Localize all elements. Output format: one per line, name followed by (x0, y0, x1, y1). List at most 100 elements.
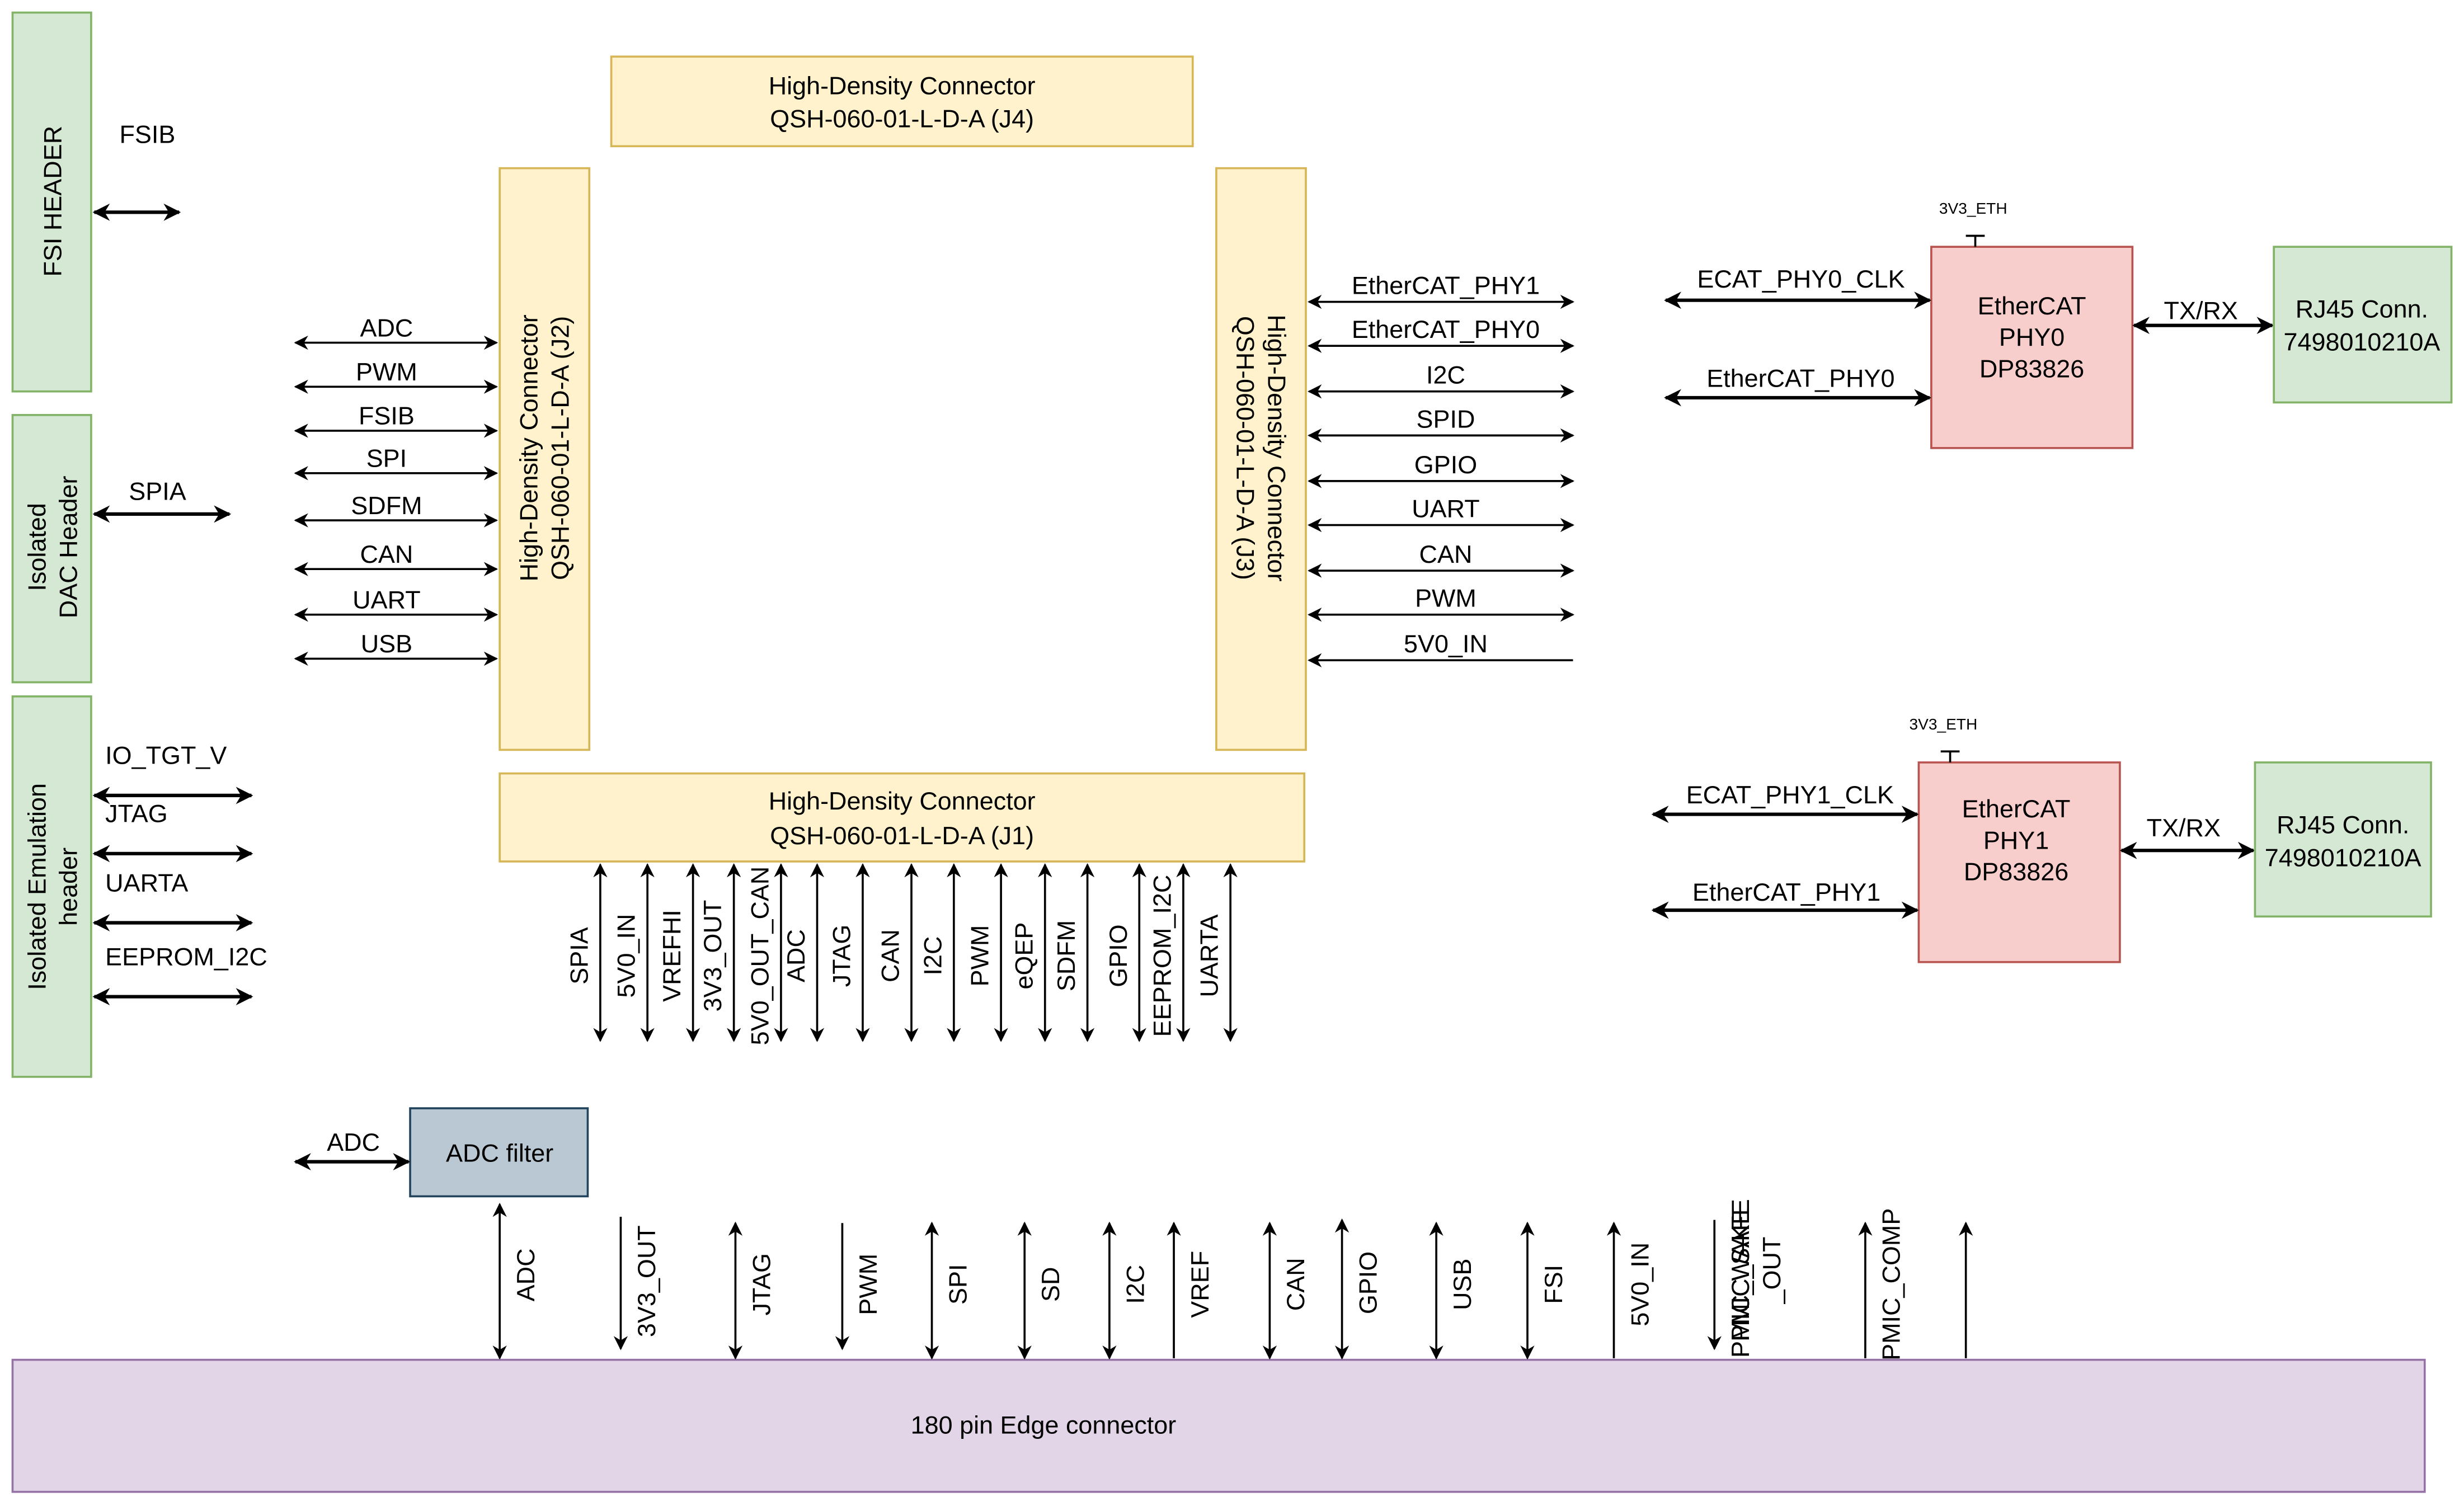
edge-signal-label: CAN (1281, 1258, 1310, 1311)
connector-j2: High-Density Connector QSH-060-01-L-D-A … (499, 167, 591, 751)
emulation-header-block: Isolated Emulation header (11, 695, 92, 1078)
j1-signal-label: eQEP (1009, 923, 1038, 990)
phy1-data-label: EtherCAT_PHY1 (1692, 878, 1880, 906)
dac-header-label-1: Isolated (22, 503, 51, 591)
j1-signal-label: 5V0_OUT_CAN (745, 867, 774, 1046)
phy1-label-2: PHY1 (1983, 826, 2049, 854)
rj45-0-label-2: 7498010210A (2284, 328, 2441, 356)
ethercat-phy0-block: EtherCAT PHY0 DP83826 (1930, 246, 2134, 449)
connector-j3: High-Density Connector QSH-060-01-L-D-A … (1215, 167, 1307, 751)
j2-signal-label: CAN (360, 540, 413, 568)
j3-signal-label: UART (1412, 494, 1479, 523)
j2-signal-label: PWM (356, 357, 417, 386)
j3-signal-label: CAN (1419, 540, 1473, 568)
rj45-1-label-1: RJ45 Conn. (2277, 810, 2409, 839)
edge-signal-label: 3V3_OUT (632, 1225, 661, 1337)
j1-signal-label: ADC (782, 929, 810, 982)
adc-filter-input-label: ADC (327, 1128, 380, 1156)
edge-signal-label: GPIO (1353, 1251, 1382, 1314)
phy0-txrx-label: TX/RX (2164, 296, 2238, 324)
j2-label-2: QSH-060-01-L-D-A (J2) (546, 316, 575, 580)
fsi-header-label: FSI HEADER (39, 126, 67, 277)
edge-signal-label: ADC (511, 1248, 540, 1301)
edge-signal-label: PMIC_COMP (1877, 1208, 1906, 1361)
edge-signal-label: USB (1448, 1259, 1476, 1310)
j3-signal-label: PWM (1415, 584, 1476, 613)
emu-signal-label: JTAG (105, 799, 167, 828)
rj45-connector-0: RJ45 Conn. 7498010210A (2273, 246, 2453, 404)
edge-signal-label: PWM (854, 1254, 882, 1315)
j3-label-1: High-Density Connector (1263, 314, 1291, 581)
edge-signal-label: FSI (1539, 1265, 1568, 1304)
j3-signal-label: GPIO (1414, 450, 1477, 479)
phy1-clk-label: ECAT_PHY1_CLK (1686, 780, 1894, 809)
j2-signal-label: ADC (360, 313, 413, 342)
fsib-label: FSIB (119, 120, 175, 149)
j2-signal-label: SPI (366, 444, 407, 473)
j4-label-2: QSH-060-01-L-D-A (J4) (770, 105, 1034, 133)
j1-signal-label: PWM (966, 925, 994, 987)
j3-signal-label: EtherCAT_PHY1 (1352, 271, 1540, 299)
edge-signal-label: SPI (943, 1264, 972, 1305)
j3-signal-label: EtherCAT_PHY0 (1352, 315, 1540, 343)
j2-label-1: High-Density Connector (515, 314, 543, 581)
phy0-clk-label: ECAT_PHY0_CLK (1697, 265, 1905, 293)
j2-signal-label: UART (352, 585, 420, 614)
j1-label-2: QSH-060-01-L-D-A (J1) (770, 821, 1034, 850)
edge-connector-block: 180 pin Edge connector (11, 1358, 2426, 1493)
edge-signal-label: 5V0_IN (1625, 1243, 1654, 1326)
j1-signal-label: SPIA (565, 927, 593, 984)
j1-signal-label: CAN (876, 929, 905, 982)
phy1-power-label: 3V3_ETH (1910, 716, 1978, 733)
phy0-label-1: EtherCAT (1978, 291, 2086, 320)
j3-label-2: QSH-060-01-L-D-A (J3) (1231, 316, 1259, 580)
rj45-0-label-1: RJ45 Conn. (2296, 295, 2428, 323)
phy1-label-3: DP83826 (1964, 858, 2068, 886)
j1-label-1: High-Density Connector (769, 787, 1036, 815)
emulation-header-label-2: header (54, 848, 83, 926)
dac-header-block: Isolated DAC Header (11, 414, 92, 684)
j2-signal-label: SDFM (351, 491, 422, 520)
rj45-1-label-2: 7498010210A (2265, 843, 2421, 872)
connector-j4: High-Density Connector QSH-060-01-L-D-A … (610, 55, 1194, 148)
spia-label: SPIA (129, 477, 186, 506)
phy0-data-label: EtherCAT_PHY0 (1706, 364, 1894, 392)
edge-signal-label-cont: _OUT (1757, 1237, 1786, 1305)
rj45-connector-1: RJ45 Conn. 7498010210A (2254, 761, 2432, 918)
dac-header-label-2: DAC Header (54, 476, 83, 618)
j1-signal-label: VREFHI (657, 910, 686, 1002)
edge-signal-label: I2C (1121, 1265, 1150, 1304)
j1-signal-label: JTAG (827, 925, 856, 987)
phy0-power-label: 3V3_ETH (1939, 200, 2007, 217)
j1-signal-label: UARTA (1195, 914, 1224, 997)
j2-signal-label: FSIB (359, 402, 415, 430)
connector-j1: High-Density Connector QSH-060-01-L-D-A … (499, 772, 1306, 863)
fsi-header-block: FSI HEADER (11, 11, 92, 393)
edge-signal-label: VREF (1186, 1251, 1214, 1318)
emu-signal-label: EEPROM_I2C (105, 942, 267, 971)
j1-signal-label: 5V0_IN (612, 914, 641, 998)
emu-signal-label: UARTA (105, 868, 188, 897)
edge-signal-label: PMIC_WAKE (1726, 1208, 1755, 1358)
edge-signal-label: JTAG (747, 1253, 775, 1316)
phy1-txrx-label: TX/RX (2147, 813, 2221, 842)
j1-signal-label: SDFM (1052, 920, 1080, 991)
phy0-label-3: DP83826 (1979, 354, 2084, 383)
j3-signal-label: 5V0_IN (1404, 629, 1488, 658)
j1-signal-label: 3V3_OUT (698, 900, 727, 1012)
j2-signal-label: USB (361, 629, 412, 658)
phy1-label-1: EtherCAT (1962, 794, 2071, 823)
j3-signal-label: SPID (1417, 404, 1475, 433)
j1-signal-label: I2C (918, 936, 947, 976)
emu-signal-label: IO_TGT_V (105, 741, 227, 770)
adc-filter-label: ADC filter (446, 1139, 553, 1168)
adc-filter-block: ADC filter (409, 1107, 589, 1198)
edge-connector-label: 180 pin Edge connector (911, 1411, 1177, 1439)
block-diagram: FSI HEADER Isolated DAC Header Isolated … (11, 11, 2453, 1493)
phy0-label-2: PHY0 (1999, 323, 2065, 351)
j3-signal-label: I2C (1426, 361, 1465, 389)
j4-label-1: High-Density Connector (769, 72, 1036, 100)
j1-signal-label: EEPROM_I2C (1148, 875, 1176, 1037)
j1-signal-label: GPIO (1104, 924, 1132, 987)
edge-signal-label: SD (1036, 1267, 1065, 1302)
